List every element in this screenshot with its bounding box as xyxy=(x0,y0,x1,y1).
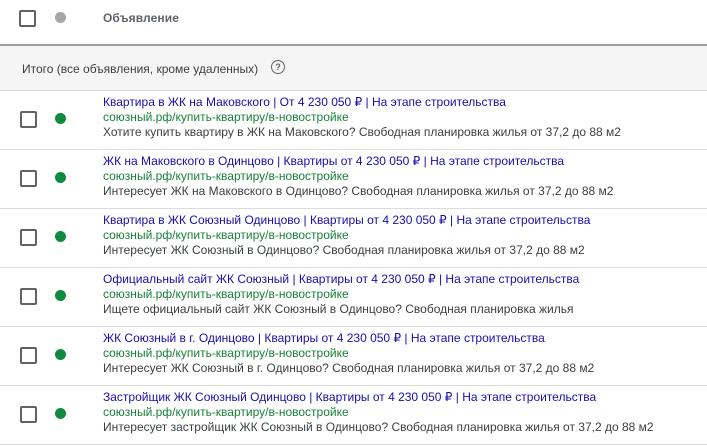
total-label: Итого (все объявления, кроме удаленных) xyxy=(22,62,259,76)
ad-preview: Квартира в ЖК Союзный Одинцово | Квартир… xyxy=(103,213,590,258)
select-all-checkbox[interactable] xyxy=(19,10,36,27)
ad-headline-link[interactable]: ЖК на Маковского в Одинцово | Квартиры о… xyxy=(103,154,613,169)
total-row: Итого (все объявления, кроме удаленных) … xyxy=(0,46,707,91)
ad-headline-link[interactable]: Застройщик ЖК Союзный Одинцово | Квартир… xyxy=(103,390,654,405)
status-enabled-icon xyxy=(55,231,66,242)
ad-preview: ЖК на Маковского в Одинцово | Квартиры о… xyxy=(103,154,613,199)
ad-headline-link[interactable]: Официальный сайт ЖК Союзный | Квартиры о… xyxy=(103,272,579,287)
ad-row-checkbox[interactable] xyxy=(20,229,37,246)
column-header-ad[interactable]: Объявление xyxy=(103,11,179,25)
ad-row-3: Квартира в ЖК Союзный Одинцово | Квартир… xyxy=(0,209,707,268)
status-enabled-icon xyxy=(55,408,66,419)
status-enabled-icon xyxy=(55,172,66,183)
ad-preview: Официальный сайт ЖК Союзный | Квартиры о… xyxy=(103,272,579,317)
ad-display-url: союзный.рф/купить-квартиру/в-новостройке xyxy=(103,346,349,360)
ad-preview: Квартира в ЖК на Маковского | От 4 230 0… xyxy=(103,95,621,140)
status-enabled-icon xyxy=(55,113,66,124)
ad-preview: ЖК Союзный в г. Одинцово | Квартиры от 4… xyxy=(103,331,594,376)
status-header-icon xyxy=(55,12,66,23)
ad-description: Интересует застройщик ЖК Союзный в Одинц… xyxy=(103,420,654,434)
ad-row-checkbox[interactable] xyxy=(20,406,37,423)
ad-row-1: Квартира в ЖК на Маковского | От 4 230 0… xyxy=(0,91,707,150)
ad-row-2: ЖК на Маковского в Одинцово | Квартиры о… xyxy=(0,150,707,209)
ad-row-4: Официальный сайт ЖК Союзный | Квартиры о… xyxy=(0,268,707,327)
ad-description: Интересует ЖК на Маковского в Одинцово? … xyxy=(103,184,614,198)
ad-headline-link[interactable]: Квартира в ЖК на Маковского | От 4 230 0… xyxy=(103,95,621,110)
ad-display-url: союзный.рф/купить-квартиру/в-новостройке xyxy=(103,169,349,183)
ad-description: Хотите купить квартиру в ЖК на Маковског… xyxy=(103,125,621,139)
ad-display-url: союзный.рф/купить-квартиру/в-новостройке xyxy=(103,228,349,242)
status-enabled-icon xyxy=(55,290,66,301)
ad-row-checkbox[interactable] xyxy=(20,170,37,187)
ad-row-6: Застройщик ЖК Союзный Одинцово | Квартир… xyxy=(0,386,707,445)
ad-preview: Застройщик ЖК Союзный Одинцово | Квартир… xyxy=(103,390,654,435)
ad-description: Ищете официальный сайт ЖК Союзный в Один… xyxy=(103,302,574,316)
table-header-row: Объявление xyxy=(0,0,707,46)
ad-display-url: союзный.рф/купить-квартиру/в-новостройке xyxy=(103,287,349,301)
ad-row-checkbox[interactable] xyxy=(20,288,37,305)
ads-table: Объявление Итого (все объявления, кроме … xyxy=(0,0,707,446)
help-icon[interactable]: ? xyxy=(271,60,285,74)
ad-display-url: союзный.рф/купить-квартиру/в-новостройке xyxy=(103,110,349,124)
ad-description: Интересует ЖК Союзный в Одинцово? Свобод… xyxy=(103,243,585,257)
status-enabled-icon xyxy=(55,349,66,360)
ad-headline-link[interactable]: ЖК Союзный в г. Одинцово | Квартиры от 4… xyxy=(103,331,594,346)
ad-row-checkbox[interactable] xyxy=(20,111,37,128)
ad-display-url: союзный.рф/купить-квартиру/в-новостройке xyxy=(103,405,349,419)
ad-headline-link[interactable]: Квартира в ЖК Союзный Одинцово | Квартир… xyxy=(103,213,590,228)
ad-row-5: ЖК Союзный в г. Одинцово | Квартиры от 4… xyxy=(0,327,707,386)
ad-row-checkbox[interactable] xyxy=(20,347,37,364)
ad-description: Интересует ЖК Союзный в г. Одинцово? Сво… xyxy=(103,361,595,375)
